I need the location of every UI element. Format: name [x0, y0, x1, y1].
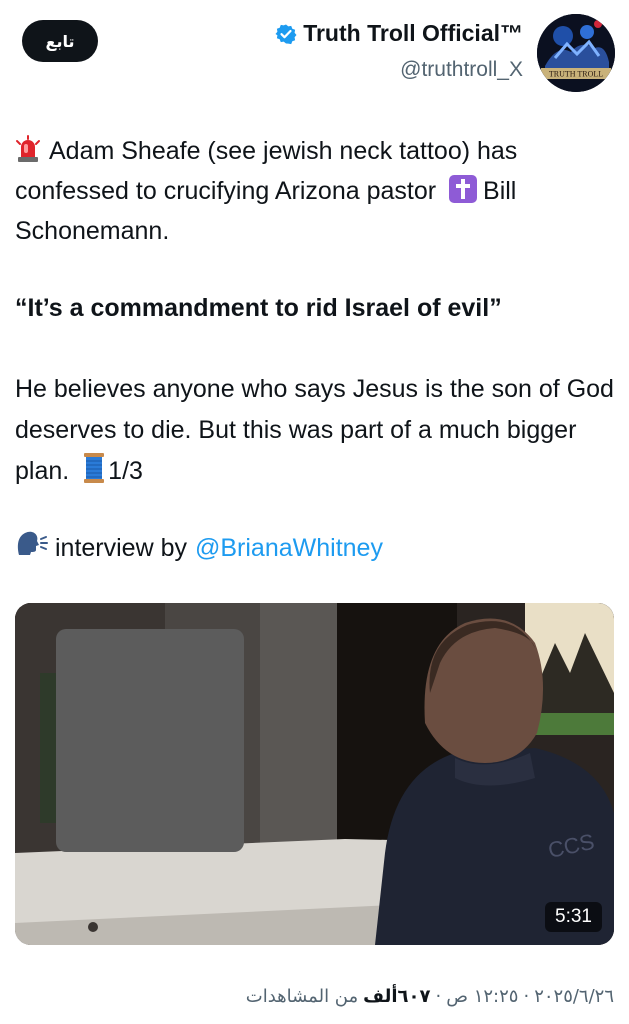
- tweet-paragraph-1: Adam Sheafe (see jewish neck tattoo) has…: [15, 133, 615, 249]
- video-duration-badge: 5:31: [545, 902, 602, 932]
- views-label: من المشاهدات: [245, 986, 359, 1007]
- follow-button[interactable]: تابع: [22, 20, 98, 62]
- redaction-box: [56, 629, 244, 852]
- rotating-light-emoji: [15, 135, 41, 173]
- tweet-header: تابع Truth Troll Official™ @truthtroll_X…: [0, 0, 629, 110]
- author-avatar[interactable]: TRUTH TROLL: [537, 14, 615, 92]
- mention-link[interactable]: @BrianaWhitney: [195, 530, 383, 566]
- tweet-date[interactable]: ٢٠٢٥/٦/٢٦: [534, 986, 614, 1007]
- tweet-metadata: ٢٠٢٥/٦/٢٦ · ١٢:٢٥ ص · ٦٠٧ألف من المشاهدا…: [246, 986, 614, 1007]
- author-display-name[interactable]: Truth Troll Official™: [303, 20, 523, 47]
- speaking-head-emoji: [15, 529, 51, 567]
- video-player[interactable]: CCS 5:31: [15, 603, 614, 945]
- latin-cross-emoji: [449, 175, 478, 213]
- avatar-caption: TRUTH TROLL: [549, 70, 603, 79]
- author-handle[interactable]: @truthtroll_X: [400, 58, 523, 82]
- tweet-quote: “It’s a commandment to rid Israel of evi…: [15, 294, 502, 322]
- tweet-line-1: Adam Sheafe (see jewish neck tattoo) has…: [15, 137, 518, 205]
- interview-credit: interview by @BrianaWhitney: [15, 529, 383, 567]
- thread-counter: 1/3: [108, 457, 143, 485]
- verified-badge-icon: [275, 23, 297, 45]
- tweet-time[interactable]: ١٢:٢٥ ص: [446, 986, 518, 1007]
- tweet-paragraph-2: He believes anyone who says Jesus is the…: [15, 369, 620, 496]
- interview-prefix: interview by: [55, 534, 187, 562]
- author-name-row[interactable]: Truth Troll Official™: [275, 20, 523, 47]
- meta-separator: ·: [523, 986, 530, 1007]
- spool-of-thread-emoji: [82, 453, 106, 496]
- views-count: ٦٠٧ألف: [363, 986, 431, 1007]
- meta-separator-2: ·: [435, 986, 442, 1007]
